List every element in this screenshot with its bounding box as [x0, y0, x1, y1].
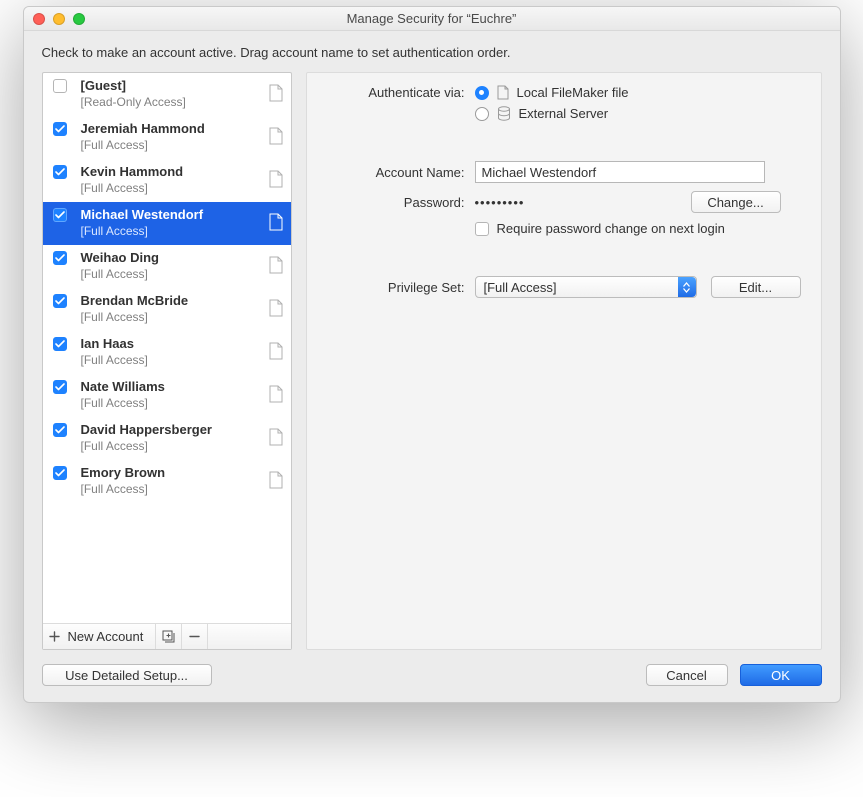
- auth-local-option[interactable]: Local FileMaker file: [475, 85, 629, 100]
- detailed-setup-button[interactable]: Use Detailed Setup...: [42, 664, 212, 686]
- checkbox-icon: [475, 222, 489, 236]
- account-privilege: [Read-Only Access]: [81, 95, 264, 110]
- account-row[interactable]: Kevin Hammond[Full Access]: [43, 159, 291, 202]
- file-icon: [268, 256, 283, 274]
- account-row[interactable]: [Guest][Read-Only Access]: [43, 73, 291, 116]
- account-row[interactable]: Ian Haas[Full Access]: [43, 331, 291, 374]
- file-icon: [268, 385, 283, 403]
- account-privilege: [Full Access]: [81, 439, 264, 454]
- authenticate-label: Authenticate via:: [325, 85, 475, 100]
- account-name: David Happersberger: [81, 422, 264, 438]
- privilege-set-label: Privilege Set:: [325, 280, 475, 295]
- file-icon: [268, 213, 283, 231]
- window-controls: [33, 13, 85, 25]
- account-name-label: Account Name:: [325, 165, 475, 180]
- account-name: Weihao Ding: [81, 250, 264, 266]
- require-password-change-checkbox[interactable]: Require password change on next login: [475, 221, 725, 236]
- account-row[interactable]: Jeremiah Hammond[Full Access]: [43, 116, 291, 159]
- zoom-window-button[interactable]: [73, 13, 85, 25]
- account-privilege: [Full Access]: [81, 482, 264, 497]
- radio-icon: [475, 86, 489, 100]
- privilege-set-select[interactable]: [Full Access]: [475, 276, 697, 298]
- password-mask: •••••••••: [475, 195, 691, 210]
- account-row[interactable]: Michael Westendorf[Full Access]: [43, 202, 291, 245]
- active-checkbox[interactable]: [53, 466, 67, 480]
- chevron-updown-icon: [678, 277, 696, 297]
- account-row[interactable]: Weihao Ding[Full Access]: [43, 245, 291, 288]
- close-window-button[interactable]: [33, 13, 45, 25]
- file-icon: [268, 342, 283, 360]
- window-title: Manage Security for “Euchre”: [24, 11, 840, 26]
- account-name: Nate Williams: [81, 379, 264, 395]
- active-checkbox[interactable]: [53, 122, 67, 136]
- account-name: Kevin Hammond: [81, 164, 264, 180]
- account-name-input[interactable]: [475, 161, 765, 183]
- account-privilege: [Full Access]: [81, 181, 264, 196]
- active-checkbox[interactable]: [53, 380, 67, 394]
- file-icon: [268, 299, 283, 317]
- active-checkbox[interactable]: [53, 294, 67, 308]
- account-privilege: [Full Access]: [81, 267, 264, 282]
- auth-external-option[interactable]: External Server: [475, 106, 629, 121]
- delete-account-button[interactable]: [182, 624, 208, 649]
- account-name: Ian Haas: [81, 336, 264, 352]
- edit-privilege-button[interactable]: Edit...: [711, 276, 801, 298]
- new-account-label: New Account: [68, 629, 144, 644]
- ok-button[interactable]: OK: [740, 664, 822, 686]
- account-name: [Guest]: [81, 78, 264, 94]
- active-checkbox[interactable]: [53, 208, 67, 222]
- minimize-window-button[interactable]: [53, 13, 65, 25]
- change-password-button[interactable]: Change...: [691, 191, 781, 213]
- radio-icon: [475, 107, 489, 121]
- account-name: Emory Brown: [81, 465, 264, 481]
- file-icon: [268, 170, 283, 188]
- active-checkbox[interactable]: [53, 423, 67, 437]
- account-row[interactable]: Emory Brown[Full Access]: [43, 460, 291, 503]
- file-icon: [268, 127, 283, 145]
- accounts-panel: [Guest][Read-Only Access]Jeremiah Hammon…: [42, 72, 292, 650]
- active-checkbox[interactable]: [53, 165, 67, 179]
- active-checkbox[interactable]: [53, 251, 67, 265]
- titlebar: Manage Security for “Euchre”: [24, 7, 840, 31]
- security-window: Manage Security for “Euchre” Check to ma…: [23, 6, 841, 703]
- account-privilege: [Full Access]: [81, 138, 264, 153]
- accounts-toolbar: New Account: [43, 623, 291, 649]
- duplicate-account-button[interactable]: [156, 624, 182, 649]
- account-privilege: [Full Access]: [81, 224, 264, 239]
- password-label: Password:: [325, 195, 475, 210]
- account-row[interactable]: Brendan McBride[Full Access]: [43, 288, 291, 331]
- account-name: Jeremiah Hammond: [81, 121, 264, 137]
- instruction-text: Check to make an account active. Drag ac…: [42, 45, 822, 60]
- account-row[interactable]: David Happersberger[Full Access]: [43, 417, 291, 460]
- account-name: Brendan McBride: [81, 293, 264, 309]
- active-checkbox[interactable]: [53, 79, 67, 93]
- new-account-button[interactable]: New Account: [43, 624, 157, 649]
- account-detail-panel: Authenticate via: Local FileMaker file E…: [306, 72, 822, 650]
- account-row[interactable]: Nate Williams[Full Access]: [43, 374, 291, 417]
- accounts-list[interactable]: [Guest][Read-Only Access]Jeremiah Hammon…: [43, 73, 291, 623]
- account-name: Michael Westendorf: [81, 207, 264, 223]
- file-icon: [268, 84, 283, 102]
- account-privilege: [Full Access]: [81, 396, 264, 411]
- account-privilege: [Full Access]: [81, 353, 264, 368]
- file-icon: [268, 428, 283, 446]
- file-icon: [268, 471, 283, 489]
- active-checkbox[interactable]: [53, 337, 67, 351]
- cancel-button[interactable]: Cancel: [646, 664, 728, 686]
- account-privilege: [Full Access]: [81, 310, 264, 325]
